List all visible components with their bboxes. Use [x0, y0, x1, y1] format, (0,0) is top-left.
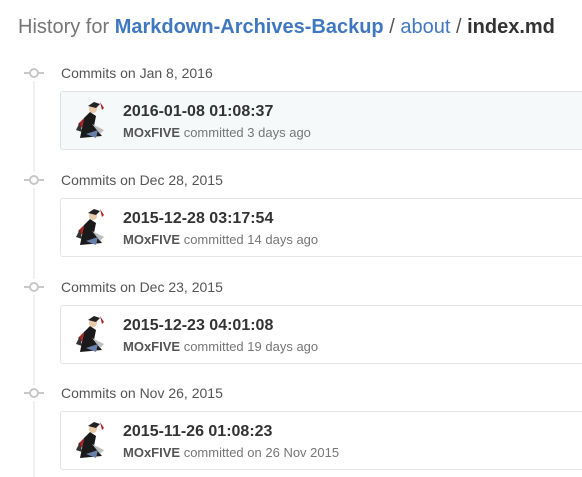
commit-action: committed — [183, 125, 244, 140]
commit-action: committed — [183, 339, 244, 354]
commit-author-link[interactable]: MOxFIVE — [123, 445, 180, 460]
commit-time: 14 days ago — [247, 232, 319, 247]
commit-group-header: Commits on Nov 26, 2015 — [0, 383, 582, 403]
commit-item[interactable]: 2015-11-26 01:08:23 MOxFIVE committed on… — [60, 411, 582, 470]
commit-group-title: Commits on Nov 26, 2015 — [61, 385, 223, 401]
timeline-line — [33, 64, 35, 477]
commit-group-header: Commits on Jan 8, 2016 — [0, 63, 582, 83]
git-commit-icon — [24, 279, 44, 295]
commit-item[interactable]: 2015-12-28 03:17:54 MOxFIVE committed 14… — [60, 198, 582, 257]
commit-message-link[interactable]: 2015-11-26 01:08:23 — [123, 422, 272, 442]
commit-time: 19 days ago — [247, 339, 319, 354]
author-avatar[interactable] — [74, 207, 110, 247]
commit-group-title: Commits on Dec 28, 2015 — [61, 172, 223, 188]
commit-author-link[interactable]: MOxFIVE — [123, 125, 180, 140]
author-avatar[interactable] — [74, 420, 110, 460]
repo-link[interactable]: Markdown-Archives-Backup — [115, 16, 384, 38]
page-title: History for Markdown-Archives-Backup / a… — [18, 14, 555, 40]
commit-author-link[interactable]: MOxFIVE — [123, 232, 180, 247]
commit-time: 3 days ago — [247, 125, 311, 140]
commit-group-header: Commits on Dec 28, 2015 — [0, 170, 582, 190]
commit-meta: MOxFIVE committed 3 days ago — [123, 124, 311, 141]
commit-action: committed — [183, 232, 244, 247]
commit-history-page: History for Markdown-Archives-Backup / a… — [0, 0, 582, 477]
author-avatar[interactable] — [74, 100, 110, 140]
git-commit-icon — [24, 65, 44, 81]
commit-group-title: Commits on Dec 23, 2015 — [61, 279, 223, 295]
history-prefix: History for — [18, 16, 110, 38]
breadcrumb-file: index.md — [467, 16, 555, 38]
commit-group-title: Commits on Jan 8, 2016 — [61, 65, 213, 81]
commit-message-link[interactable]: 2015-12-28 03:17:54 — [123, 209, 273, 229]
commit-time: on 26 Nov 2015 — [247, 445, 340, 460]
breadcrumb-separator: / — [455, 16, 462, 38]
git-commit-icon — [24, 385, 44, 401]
commit-item[interactable]: 2015-12-23 04:01:08 MOxFIVE committed 19… — [60, 305, 582, 364]
commit-message-link[interactable]: 2015-12-23 04:01:08 — [123, 316, 273, 336]
commit-meta: MOxFIVE committed 14 days ago — [123, 231, 318, 248]
git-commit-icon — [24, 172, 44, 188]
author-avatar[interactable] — [74, 314, 110, 354]
commit-meta: MOxFIVE committed on 26 Nov 2015 — [123, 444, 339, 461]
commit-message-link[interactable]: 2016-01-08 01:08:37 — [123, 102, 273, 122]
breadcrumb-folder-link[interactable]: about — [400, 16, 450, 38]
breadcrumb-separator: / — [389, 16, 395, 38]
commit-group-header: Commits on Dec 23, 2015 — [0, 277, 582, 297]
commit-item[interactable]: 2016-01-08 01:08:37 MOxFIVE committed 3 … — [60, 91, 582, 150]
commit-meta: MOxFIVE committed 19 days ago — [123, 338, 318, 355]
commit-author-link[interactable]: MOxFIVE — [123, 339, 180, 354]
commit-action: committed — [183, 445, 244, 460]
